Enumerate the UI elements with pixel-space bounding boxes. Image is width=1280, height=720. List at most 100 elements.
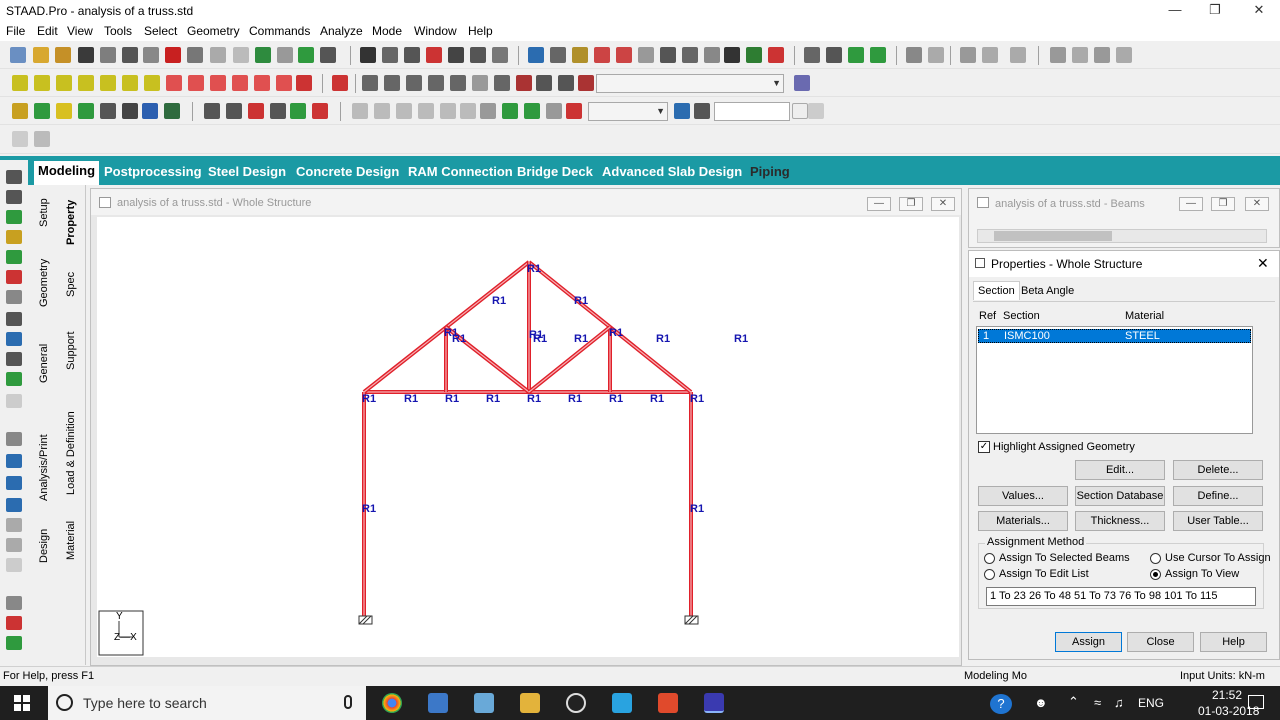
view-close-button[interactable]: ✕ — [931, 197, 955, 211]
assign-button[interactable]: Assign — [1055, 632, 1122, 652]
truss-drawing[interactable]: R1 R1 R1 R1 R1 R1 R1 R1 R1 R1 R1 R1 R1 R1 R1 R1 R1 R1 R1 R1… — [97, 217, 959, 657]
staad-app-icon[interactable] — [704, 693, 724, 713]
display-7-icon[interactable] — [6, 558, 22, 572]
chart-icon[interactable] — [746, 47, 762, 63]
delete-button[interactable]: Delete... — [1173, 460, 1263, 480]
select-node-icon[interactable] — [6, 190, 22, 204]
display-5-icon[interactable] — [6, 518, 22, 532]
report-icon[interactable] — [470, 47, 486, 63]
volume-icon[interactable]: ♫ — [1114, 695, 1124, 710]
load-case-icon[interactable] — [982, 47, 998, 63]
display-9-icon[interactable] — [6, 616, 22, 630]
beams-restore-button[interactable]: ❐ — [1211, 197, 1235, 211]
label-1-icon[interactable] — [352, 103, 368, 119]
measure-icon[interactable] — [660, 47, 676, 63]
assign-list-field[interactable]: 1 To 23 26 To 48 51 To 73 76 To 98 101 T… — [986, 587, 1256, 606]
side-tab-analysis-print[interactable]: Analysis/Print — [38, 434, 50, 501]
menu-analyze[interactable]: Analyze — [320, 24, 363, 38]
grid-icon[interactable] — [290, 103, 306, 119]
tab-advanced-slab-design[interactable]: Advanced Slab Design — [598, 162, 746, 182]
display-1-icon[interactable] — [6, 432, 22, 446]
record-icon[interactable] — [426, 47, 442, 63]
error-icon[interactable] — [768, 47, 784, 63]
help-question-icon[interactable] — [724, 47, 740, 63]
document-icon[interactable] — [492, 47, 508, 63]
view-left-icon[interactable] — [56, 75, 72, 91]
taskbar-search[interactable]: Type here to search — [48, 686, 366, 720]
label-11-icon[interactable] — [566, 103, 582, 119]
menu-commands[interactable]: Commands — [249, 24, 310, 38]
magnify-icon[interactable] — [558, 75, 574, 91]
scroll-thumb[interactable] — [994, 231, 1112, 241]
monitor-icon[interactable] — [674, 103, 690, 119]
tab-concrete-design[interactable]: Concrete Design — [292, 162, 403, 182]
redo-icon[interactable] — [210, 47, 226, 63]
help-button[interactable]: Help — [1200, 632, 1267, 652]
view-bottom-icon[interactable] — [122, 75, 138, 91]
load-icon[interactable] — [960, 47, 976, 63]
tab-piping[interactable]: Piping — [746, 162, 794, 182]
select-parallel-icon[interactable] — [6, 312, 22, 326]
plate-icon[interactable] — [616, 47, 632, 63]
zoom-fit-icon[interactable] — [804, 47, 820, 63]
dynamic-pan-icon[interactable] — [536, 75, 552, 91]
beams-minimize-button[interactable]: — — [1179, 197, 1203, 211]
curve-beam-icon[interactable] — [312, 103, 328, 119]
section-database-button[interactable]: Section Database — [1075, 486, 1165, 506]
radio-selected-beams[interactable] — [984, 553, 995, 564]
record-app-icon[interactable] — [658, 693, 678, 713]
list-icon[interactable] — [277, 47, 293, 63]
view-front-icon[interactable] — [12, 75, 28, 91]
open-folder-icon[interactable] — [55, 47, 71, 63]
select-solid-icon[interactable] — [6, 250, 22, 264]
dimension-icon[interactable] — [550, 47, 566, 63]
radio-assign-to-view[interactable] — [1150, 569, 1161, 580]
side-tab-load-definition[interactable]: Load & Definition — [65, 411, 77, 495]
check-icon[interactable] — [255, 47, 271, 63]
close-dialog-button[interactable]: Close — [1127, 632, 1194, 652]
network-icon[interactable]: ≈ — [1094, 695, 1101, 710]
rotate-down-icon[interactable] — [188, 75, 204, 91]
maximize-button[interactable]: ❐ — [1200, 2, 1230, 20]
print-preview-icon[interactable] — [100, 47, 116, 63]
camera-icon[interactable] — [404, 47, 420, 63]
label-8-icon[interactable] — [502, 103, 518, 119]
mirror-icon[interactable] — [78, 103, 94, 119]
zoom-all-icon[interactable] — [362, 75, 378, 91]
view-combo[interactable]: ▼ — [596, 74, 784, 93]
tab-modeling[interactable]: Modeling — [34, 161, 100, 185]
pan-icon[interactable] — [516, 75, 532, 91]
merge-icon[interactable] — [204, 103, 220, 119]
connect-icon[interactable] — [270, 103, 286, 119]
tab-bridge-deck[interactable]: Bridge Deck — [513, 162, 597, 182]
list-box-icon[interactable] — [694, 103, 710, 119]
side-tab-spec[interactable]: Spec — [65, 272, 77, 297]
small-tool-2-icon[interactable] — [34, 131, 50, 147]
select-beam-icon[interactable] — [6, 210, 22, 224]
select-inverse-icon[interactable] — [6, 352, 22, 366]
label-2-icon[interactable] — [374, 103, 390, 119]
cursor-icon[interactable] — [6, 170, 22, 184]
tab-section[interactable]: Section — [973, 281, 1020, 300]
zoom-dynamic-icon[interactable] — [450, 75, 466, 91]
window2-icon[interactable] — [1072, 47, 1088, 63]
curve-icon[interactable] — [928, 47, 944, 63]
display-2-icon[interactable] — [6, 454, 22, 468]
rotate-free-icon[interactable] — [296, 75, 312, 91]
radio-edit-list[interactable] — [984, 569, 995, 580]
picture-icon[interactable] — [448, 47, 464, 63]
clock-time[interactable]: 21:52 — [1212, 688, 1242, 702]
menu-select[interactable]: Select — [144, 24, 177, 38]
arrow-icon[interactable] — [233, 47, 249, 63]
table-icon[interactable] — [528, 47, 544, 63]
angle-icon[interactable] — [682, 47, 698, 63]
window4-icon[interactable] — [1116, 47, 1132, 63]
side-tab-design[interactable]: Design — [38, 529, 50, 563]
help-tray-icon[interactable]: ? — [990, 694, 1012, 714]
menu-geometry[interactable]: Geometry — [187, 24, 240, 38]
zoom-window-icon[interactable] — [826, 47, 842, 63]
zoom-out-icon[interactable] — [406, 75, 422, 91]
structure-canvas[interactable]: R1 R1 R1 R1 R1 R1 R1 R1 R1 R1 R1 R1 R1 R1 R1 R1 R1 R1 R1 R1… — [97, 217, 959, 657]
menu-file[interactable]: File — [6, 24, 25, 38]
thickness-button[interactable]: Thickness... — [1075, 511, 1165, 531]
